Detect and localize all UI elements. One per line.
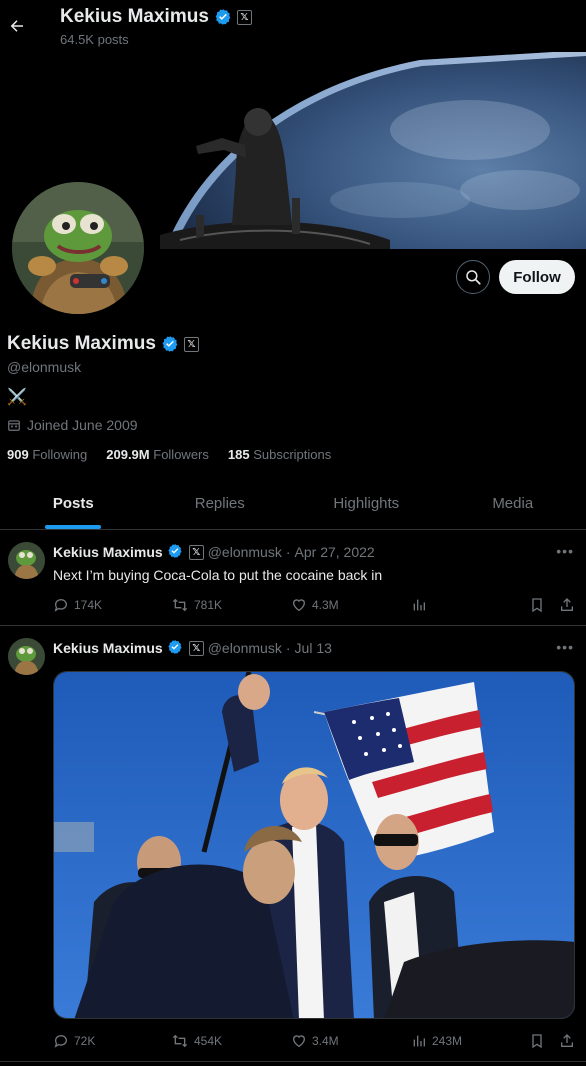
post-text: Next I’m buying Coca-Cola to put the coc… — [53, 567, 383, 583]
profile-stats: 909 Following 209.9M Followers 185 Subsc… — [7, 447, 331, 462]
profile-avatar[interactable] — [8, 178, 148, 318]
search-icon — [466, 270, 481, 285]
arrow-left-icon — [10, 20, 23, 32]
profile-tabs: Posts Replies Highlights Media — [0, 477, 586, 530]
like-count: 3.4M — [312, 1034, 339, 1048]
views-count: 243M — [432, 1034, 463, 1048]
post-item[interactable]: Kekius Maximus 𝕏 @elonmusk · Jul 13 ••• — [0, 626, 586, 1062]
profile-bio: ⚔️ — [7, 389, 27, 406]
share-button[interactable] — [559, 1030, 575, 1052]
post-author[interactable]: Kekius Maximus — [53, 544, 163, 560]
post-author[interactable]: Kekius Maximus — [53, 640, 163, 656]
repost-button[interactable]: 454K — [171, 1030, 222, 1052]
bookmark-button[interactable] — [529, 594, 545, 616]
following-count: 909 — [7, 447, 29, 462]
share-icon — [561, 598, 573, 611]
x-logo-icon: 𝕏 — [236, 9, 252, 25]
x-logo-icon: 𝕏 — [188, 640, 204, 656]
verified-badge-icon[interactable] — [161, 335, 179, 353]
share-button[interactable] — [559, 594, 575, 616]
share-icon — [561, 1034, 573, 1047]
reply-count: 174K — [74, 598, 103, 612]
post-handle[interactable]: @elonmusk — [208, 640, 282, 656]
post-separator: · — [285, 544, 291, 560]
repost-count: 781K — [194, 598, 223, 612]
more-icon[interactable]: ••• — [556, 639, 574, 655]
repost-count: 454K — [194, 1034, 223, 1048]
post-separator: · — [285, 640, 291, 656]
heart-icon — [292, 599, 306, 612]
repost-button[interactable]: 781K — [171, 594, 222, 616]
post-header: Kekius Maximus 𝕏 @elonmusk · Apr 27, 202… — [53, 543, 375, 561]
verified-badge-icon — [167, 543, 185, 561]
back-button[interactable] — [6, 10, 28, 42]
avatar-image — [8, 638, 45, 675]
repost-icon — [172, 1034, 188, 1048]
post-avatar[interactable] — [8, 542, 45, 579]
post-header: Kekius Maximus 𝕏 @elonmusk · Jul 13 — [53, 639, 332, 657]
subscriptions-label: Subscriptions — [253, 447, 332, 462]
followers-link[interactable]: 209.9M Followers — [106, 447, 209, 462]
heart-icon — [292, 1035, 306, 1048]
subscriptions-link[interactable]: 185 Subscriptions — [228, 447, 331, 462]
post-avatar[interactable] — [8, 638, 45, 675]
reply-icon — [54, 599, 67, 612]
posts-count: 64.5K posts — [60, 32, 129, 47]
views-icon — [413, 599, 425, 611]
profile-display-name: Kekius Maximus — [7, 333, 156, 354]
bookmark-icon — [532, 598, 542, 613]
following-label: Following — [32, 447, 88, 462]
views-button[interactable]: 243M — [411, 1030, 462, 1052]
x-logo-icon[interactable]: 𝕏 — [183, 336, 199, 352]
post-item[interactable]: Kekius Maximus 𝕏 @elonmusk · Apr 27, 202… — [0, 530, 586, 626]
reply-button[interactable]: 174K — [53, 594, 102, 616]
bookmark-button[interactable] — [529, 1030, 545, 1052]
verified-badge-icon — [167, 639, 185, 657]
more-icon[interactable]: ••• — [556, 543, 574, 559]
reply-count: 72K — [74, 1034, 96, 1048]
post-photo[interactable] — [53, 671, 575, 1019]
post-handle[interactable]: @elonmusk — [208, 544, 282, 560]
followers-label: Followers — [153, 447, 209, 462]
like-button[interactable]: 3.4M — [291, 1030, 339, 1052]
avatar-image — [8, 542, 45, 579]
top-bar: Kekius Maximus 𝕏 64.5K posts — [0, 0, 586, 52]
photo-image — [54, 672, 574, 1018]
tab-highlights[interactable]: Highlights — [293, 477, 440, 529]
subscriptions-count: 185 — [227, 447, 250, 462]
header-name: Kekius Maximus — [60, 6, 209, 27]
tab-posts[interactable]: Posts — [0, 477, 147, 529]
calendar-icon — [8, 420, 20, 431]
post-actions: 174K 781K 4.3M — [53, 594, 575, 616]
repost-icon — [172, 598, 188, 612]
x-logo-icon: 𝕏 — [188, 544, 204, 560]
reply-button[interactable]: 72K — [53, 1030, 95, 1052]
profile-handle: @elonmusk — [7, 359, 82, 375]
bookmark-icon — [532, 1034, 542, 1049]
joined-date: Joined June 2009 — [27, 417, 138, 433]
verified-badge-icon — [214, 8, 232, 26]
tab-replies[interactable]: Replies — [147, 477, 294, 529]
post-date[interactable]: Jul 13 — [295, 640, 332, 656]
like-button[interactable]: 4.3M — [291, 594, 339, 616]
like-count: 4.3M — [312, 598, 339, 612]
post-actions: 72K 454K 3.4M 243M — [53, 1030, 575, 1052]
reply-icon — [54, 1035, 67, 1048]
profile-name: Kekius Maximus 𝕏 — [7, 333, 199, 355]
followers-count: 209.9M — [106, 447, 150, 462]
tab-media[interactable]: Media — [440, 477, 586, 529]
follow-button[interactable]: Follow — [499, 260, 575, 294]
header-title: Kekius Maximus 𝕏 — [60, 6, 252, 28]
following-link[interactable]: 909 Following — [7, 447, 87, 462]
profile-joined: Joined June 2009 — [7, 417, 138, 433]
avatar-image — [12, 182, 144, 314]
post-date[interactable]: Apr 27, 2022 — [295, 544, 375, 560]
views-icon — [413, 1035, 425, 1047]
views-button[interactable] — [411, 594, 432, 616]
search-profile-button[interactable] — [456, 260, 490, 294]
